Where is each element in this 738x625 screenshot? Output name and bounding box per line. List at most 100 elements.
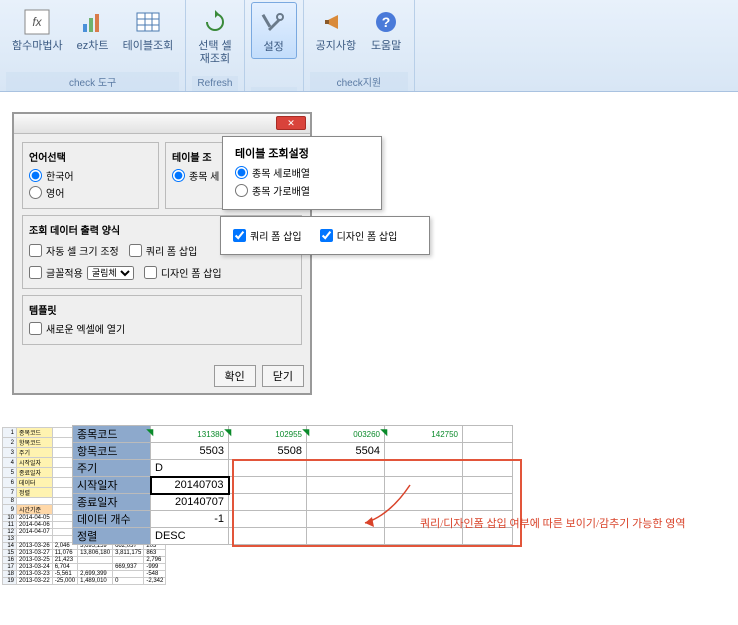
- cell-empty[interactable]: [229, 528, 307, 545]
- bg-cell[interactable]: [17, 498, 53, 505]
- settings-button[interactable]: 설정: [251, 2, 297, 59]
- bg-cell[interactable]: 18: [3, 571, 17, 578]
- bg-cell[interactable]: 2014-04-07: [17, 529, 53, 536]
- bg-cell[interactable]: 항목코드: [17, 438, 53, 448]
- item-0[interactable]: 5503: [151, 443, 229, 460]
- bg-cell[interactable]: 669,937: [113, 564, 144, 571]
- bg-cell[interactable]: 2013-03-22: [17, 578, 53, 585]
- cell-empty[interactable]: [385, 460, 463, 477]
- bg-cell[interactable]: [78, 557, 113, 564]
- bg-cell[interactable]: 8: [3, 498, 17, 505]
- bg-cell[interactable]: 2013-03-23: [17, 571, 53, 578]
- ok-button[interactable]: 확인: [214, 365, 256, 387]
- bg-cell[interactable]: 4: [3, 458, 17, 468]
- sort-val[interactable]: DESC: [151, 528, 229, 545]
- bg-cell[interactable]: 13: [3, 536, 17, 543]
- callout-opt1-radio[interactable]: [235, 166, 248, 179]
- bg-cell[interactable]: 1: [3, 428, 17, 438]
- bg-cell[interactable]: 11: [3, 522, 17, 529]
- refresh-button[interactable]: 선택 셀 재조회: [192, 2, 237, 70]
- dialog-close-button[interactable]: ✕: [276, 116, 306, 130]
- ez-chart-button[interactable]: ez차트: [71, 2, 115, 57]
- notice-button[interactable]: 공지사항: [310, 2, 362, 57]
- bg-cell[interactable]: 종료일자: [17, 468, 53, 478]
- code-0[interactable]: 131380: [151, 426, 229, 443]
- code-1[interactable]: 102955: [229, 426, 307, 443]
- bg-cell[interactable]: 2013-03-26: [17, 543, 53, 550]
- bg-cell[interactable]: 14: [3, 543, 17, 550]
- bg-cell[interactable]: 데이터: [17, 478, 53, 488]
- bg-cell[interactable]: 3: [3, 448, 17, 458]
- bg-cell[interactable]: 주기: [17, 448, 53, 458]
- cell-empty[interactable]: [307, 460, 385, 477]
- code-2[interactable]: 003260: [307, 426, 385, 443]
- bg-cell[interactable]: 11,076: [52, 550, 77, 557]
- bg-cell[interactable]: 7: [3, 488, 17, 498]
- design-form-check[interactable]: [320, 229, 333, 242]
- table-opt1-radio[interactable]: [172, 169, 185, 182]
- cell-empty[interactable]: [463, 426, 513, 443]
- bg-cell[interactable]: [113, 557, 144, 564]
- bg-cell[interactable]: 5: [3, 468, 17, 478]
- fx-wizard-button[interactable]: fx 함수마법사: [6, 2, 69, 57]
- query-form-check[interactable]: [233, 229, 246, 242]
- bg-cell[interactable]: 863: [144, 550, 166, 557]
- bg-cell[interactable]: 2,796: [144, 557, 166, 564]
- table-lookup-button[interactable]: 테이블조회: [117, 2, 180, 57]
- open-new-check[interactable]: [29, 322, 42, 335]
- cell-empty[interactable]: [229, 511, 307, 528]
- cell-empty[interactable]: [463, 494, 513, 511]
- bg-cell[interactable]: 종목코드: [17, 428, 53, 438]
- auto-resize-check[interactable]: [29, 244, 42, 257]
- bg-cell[interactable]: 2013-03-24: [17, 564, 53, 571]
- cell-empty[interactable]: [229, 477, 307, 494]
- cell-empty[interactable]: [229, 460, 307, 477]
- bg-cell[interactable]: 15: [3, 550, 17, 557]
- item-3[interactable]: [385, 443, 463, 460]
- bg-cell[interactable]: -2,342: [144, 578, 166, 585]
- bg-cell[interactable]: -25,000: [52, 578, 77, 585]
- bg-cell[interactable]: 12: [3, 529, 17, 536]
- bg-cell[interactable]: 정렬: [17, 488, 53, 498]
- bg-cell[interactable]: 9: [3, 505, 17, 515]
- bg-cell[interactable]: 13,806,180: [78, 550, 113, 557]
- lang-en-radio[interactable]: [29, 186, 42, 199]
- bg-cell[interactable]: 16: [3, 557, 17, 564]
- cell-empty[interactable]: [463, 477, 513, 494]
- bg-cell[interactable]: -548: [144, 571, 166, 578]
- bg-cell[interactable]: -999: [144, 564, 166, 571]
- count-val[interactable]: -1: [151, 511, 229, 528]
- bg-cell[interactable]: 10: [3, 515, 17, 522]
- font-apply-check[interactable]: [29, 266, 42, 279]
- item-2[interactable]: 5504: [307, 443, 385, 460]
- query-form-check-dlg[interactable]: [129, 244, 142, 257]
- bg-cell[interactable]: 1,489,010: [78, 578, 113, 585]
- font-select[interactable]: 굴림체: [87, 266, 134, 280]
- end-val[interactable]: 20140707: [151, 494, 229, 511]
- bg-cell[interactable]: 17: [3, 564, 17, 571]
- bg-cell[interactable]: [78, 564, 113, 571]
- cell-empty[interactable]: [463, 443, 513, 460]
- bg-cell[interactable]: 2014-04-06: [17, 522, 53, 529]
- code-3[interactable]: 142750: [385, 426, 463, 443]
- bg-cell[interactable]: 2: [3, 438, 17, 448]
- close-button[interactable]: 닫기: [262, 365, 304, 387]
- bg-cell[interactable]: -5,561: [52, 571, 77, 578]
- lang-ko-radio[interactable]: [29, 169, 42, 182]
- cell-empty[interactable]: [229, 494, 307, 511]
- bg-cell[interactable]: 2013-03-27: [17, 550, 53, 557]
- bg-cell[interactable]: 3,811,175: [113, 550, 144, 557]
- bg-cell[interactable]: 19: [3, 578, 17, 585]
- bg-cell[interactable]: 6,704: [52, 564, 77, 571]
- bg-cell[interactable]: 시작일자: [17, 458, 53, 468]
- bg-cell[interactable]: 21,423: [52, 557, 77, 564]
- bg-cell[interactable]: [113, 571, 144, 578]
- bg-cell[interactable]: 2013-03-25: [17, 557, 53, 564]
- bg-cell[interactable]: 2,699,399: [78, 571, 113, 578]
- bg-cell[interactable]: 2014-04-05: [17, 515, 53, 522]
- item-1[interactable]: 5508: [229, 443, 307, 460]
- bg-cell[interactable]: [17, 536, 53, 543]
- callout-opt2-radio[interactable]: [235, 184, 248, 197]
- bg-cell[interactable]: 0: [113, 578, 144, 585]
- design-form-check-dlg[interactable]: [144, 266, 157, 279]
